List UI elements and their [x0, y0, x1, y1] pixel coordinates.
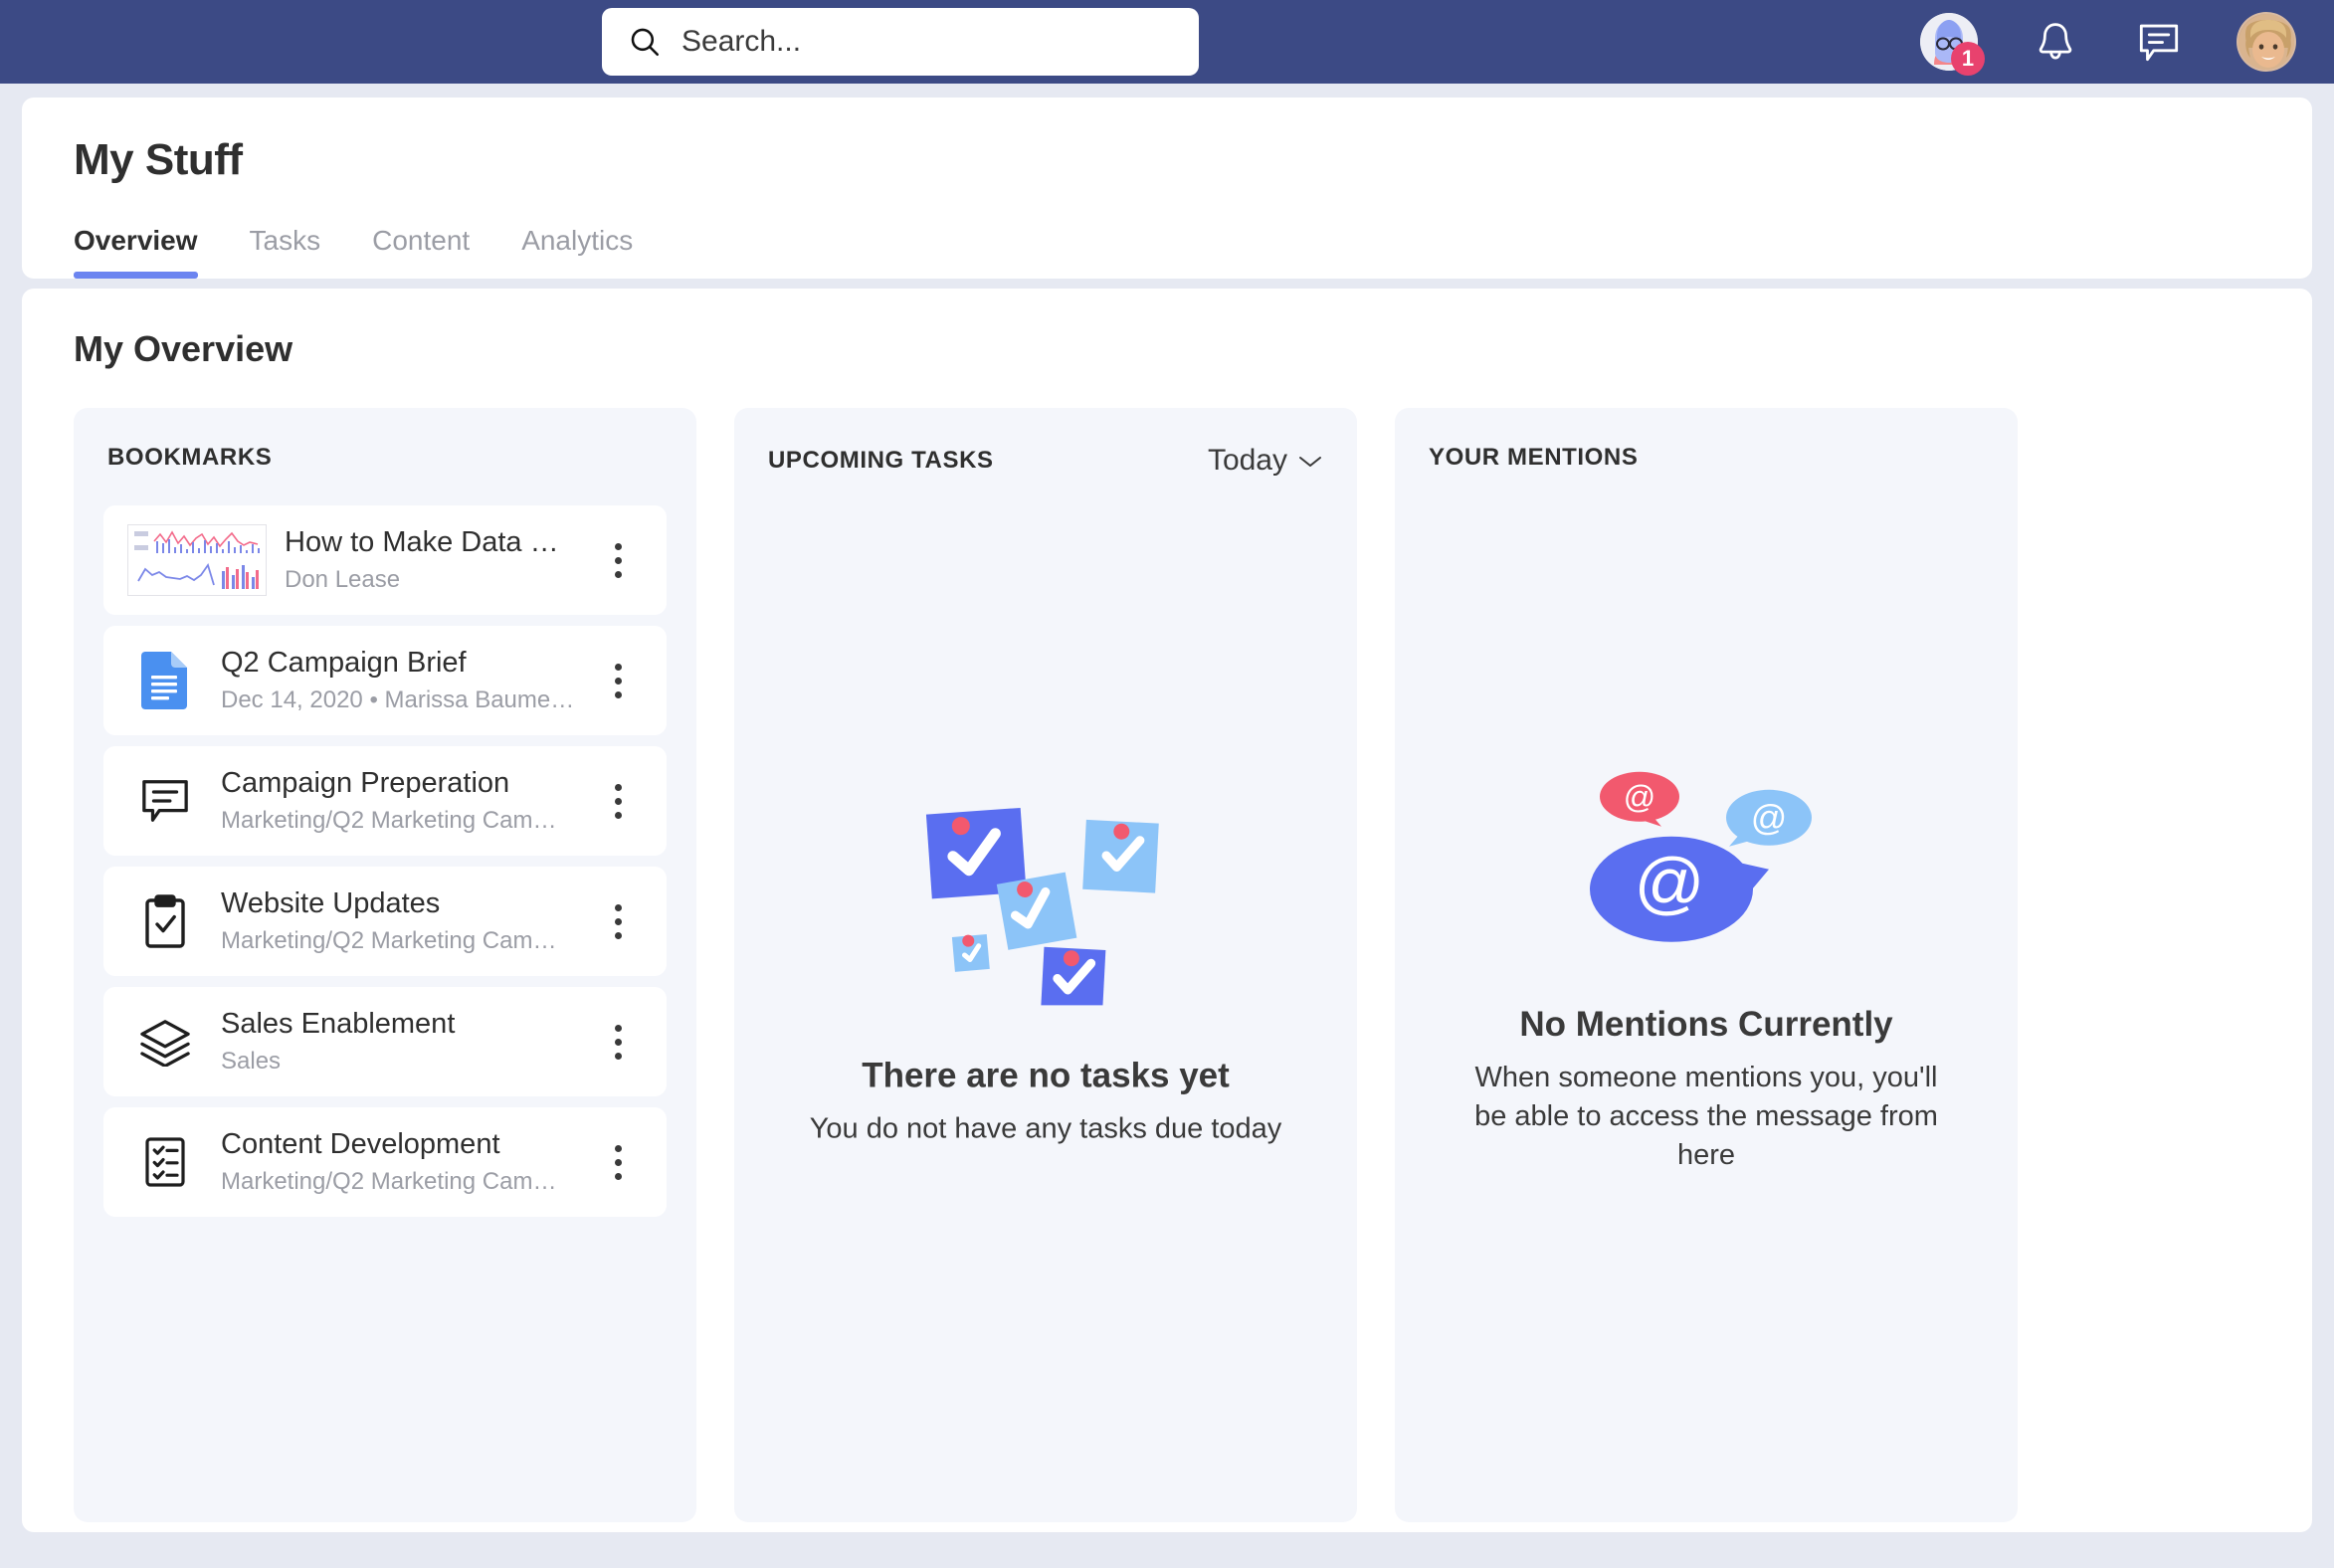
list-item-text: Sales Enablement Sales [203, 1008, 593, 1075]
search-icon [628, 25, 662, 59]
message-icon [127, 776, 203, 826]
mentions-empty-state: @ @ @ No Mentions Currently When someone… [1395, 755, 2018, 1175]
tasks-header: UPCOMING TASKS Today [764, 444, 1327, 478]
svg-text:@: @ [1751, 797, 1788, 838]
list-item-subtitle: Marketing/Q2 Marketing Cam… [221, 1167, 557, 1195]
section-title: My Overview [74, 328, 293, 369]
user-avatar[interactable] [2237, 12, 2296, 72]
mentions-label: YOUR MENTIONS [1429, 444, 1639, 471]
google-doc-icon [127, 650, 203, 711]
bookmarks-list: How to Make Data … Don Lease Q2 Campaign… [103, 505, 667, 1217]
topbar-actions: 1 [1920, 12, 2296, 76]
svg-text:@: @ [1634, 844, 1704, 921]
list-item[interactable]: How to Make Data … Don Lease [103, 505, 667, 615]
mentions-panel: YOUR MENTIONS @ @ @ No Mentions Currentl… [1395, 408, 2018, 1522]
tasks-empty-state: There are no tasks yet You do not have a… [734, 781, 1357, 1148]
page-header-card: My Stuff Overview Tasks Content Analytic… [22, 98, 2312, 279]
chat-icon[interactable] [2133, 16, 2185, 68]
list-item-subtitle: Don Lease [285, 565, 401, 593]
top-bar: 1 [0, 0, 2334, 84]
bookmarks-header: BOOKMARKS [103, 444, 667, 472]
list-item-text: How to Make Data … Don Lease [267, 526, 593, 593]
list-item-title: How to Make Data … [285, 526, 559, 559]
mentions-empty-title: No Mentions Currently [1519, 1004, 1893, 1044]
list-item[interactable]: Campaign Preperation Marketing/Q2 Market… [103, 746, 667, 856]
panel-columns: BOOKMARKS How to Make Data … Don Lease Q… [74, 408, 2260, 1522]
mentions-empty-text: When someone mentions you, you'll be abl… [1474, 1061, 1938, 1172]
tab-analytics[interactable]: Analytics [495, 225, 659, 279]
list-item-subtitle: Marketing/Q2 Marketing Cam… [221, 806, 557, 834]
upcoming-tasks-panel: UPCOMING TASKS Today There are no tasks … [734, 408, 1357, 1522]
list-item-text: Website Updates Marketing/Q2 Marketing C… [203, 887, 593, 954]
sticky-notes-checkmarks-icon [901, 781, 1190, 1010]
bookmarks-panel: BOOKMARKS How to Make Data … Don Lease Q… [74, 408, 696, 1522]
list-item-title: Q2 Campaign Brief [221, 647, 467, 680]
tasks-label: UPCOMING TASKS [768, 447, 994, 474]
profile-avatar-icon[interactable]: 1 [1920, 13, 1985, 76]
list-item-menu-button[interactable] [593, 542, 643, 578]
list-item-menu-button[interactable] [593, 663, 643, 698]
list-item[interactable]: Sales Enablement Sales [103, 987, 667, 1096]
list-item-subtitle: Sales [221, 1047, 282, 1075]
clipboard-check-icon [127, 893, 203, 949]
list-item-menu-button[interactable] [593, 1144, 643, 1180]
list-item-menu-button[interactable] [593, 1024, 643, 1060]
list-item[interactable]: Q2 Campaign Brief Dec 14, 2020 • Marissa… [103, 626, 667, 735]
search-input[interactable] [681, 25, 1173, 59]
list-item-subtitle: Marketing/Q2 Marketing Cam… [221, 926, 557, 954]
list-item-text: Content Development Marketing/Q2 Marketi… [203, 1128, 593, 1195]
list-item-text: Campaign Preperation Marketing/Q2 Market… [203, 767, 593, 834]
tab-content[interactable]: Content [346, 225, 495, 279]
list-item[interactable]: Website Updates Marketing/Q2 Marketing C… [103, 867, 667, 976]
list-item-menu-button[interactable] [593, 903, 643, 939]
notification-badge: 1 [1951, 42, 1985, 76]
layers-icon [127, 1017, 203, 1067]
list-item-title: Campaign Preperation [221, 767, 510, 800]
bookmarks-label: BOOKMARKS [107, 444, 273, 471]
dashboard-thumbnail [127, 524, 267, 596]
search-bar[interactable] [602, 8, 1199, 76]
list-item-text: Q2 Campaign Brief Dec 14, 2020 • Marissa… [203, 647, 593, 713]
bell-icon[interactable] [2030, 16, 2081, 68]
tab-overview[interactable]: Overview [74, 225, 224, 279]
list-item-subtitle: Dec 14, 2020 • Marissa Baume… [221, 686, 575, 713]
list-item-title: Website Updates [221, 887, 441, 920]
page-title: My Stuff [74, 135, 243, 184]
tasks-empty-title: There are no tasks yet [862, 1056, 1230, 1095]
svg-text:@: @ [1624, 779, 1655, 815]
tab-bar: Overview Tasks Content Analytics [22, 225, 2312, 279]
page: My Stuff Overview Tasks Content Analytic… [0, 84, 2334, 1532]
checklist-icon [127, 1134, 203, 1190]
mentions-header: YOUR MENTIONS [1425, 444, 1988, 472]
list-item-menu-button[interactable] [593, 783, 643, 819]
dashboard-thumbnail-icon [127, 524, 267, 596]
list-item-title: Sales Enablement [221, 1008, 456, 1041]
overview-card: My Overview BOOKMARKS How to Make Data …… [22, 289, 2312, 1532]
list-item[interactable]: Content Development Marketing/Q2 Marketi… [103, 1107, 667, 1217]
tab-tasks[interactable]: Tasks [224, 225, 347, 279]
tasks-filter-dropdown[interactable]: Today [1208, 444, 1323, 478]
tasks-empty-text: You do not have any tasks due today [809, 1112, 1282, 1145]
tasks-filter-value: Today [1207, 444, 1287, 477]
at-speech-bubbles-icon: @ @ @ [1562, 755, 1850, 959]
chevron-down-icon [1297, 444, 1323, 478]
list-item-title: Content Development [221, 1128, 500, 1161]
